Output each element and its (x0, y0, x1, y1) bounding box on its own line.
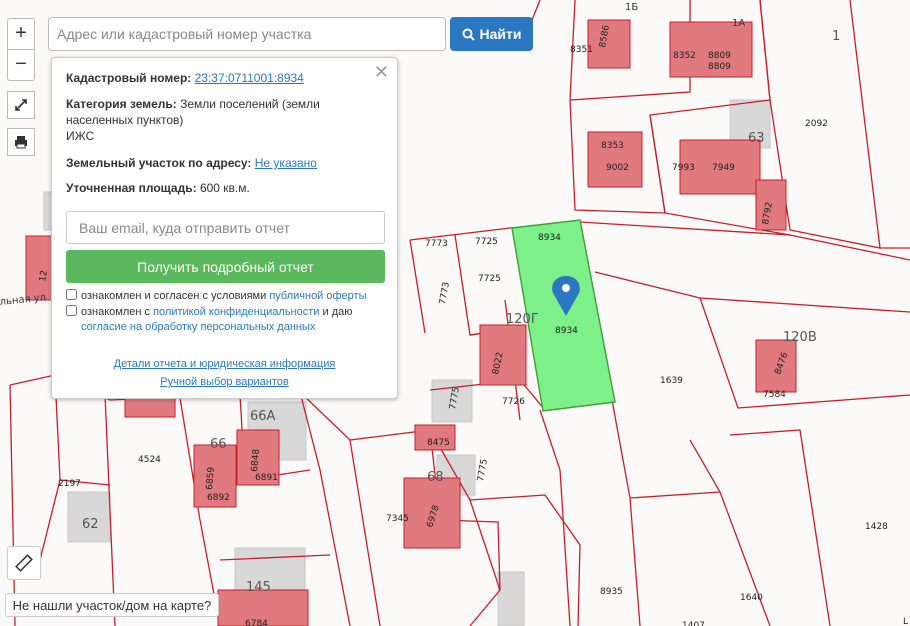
consent2-mid: и даю (319, 306, 353, 318)
offer-checkbox[interactable] (66, 289, 77, 300)
svg-text:6859: 6859 (205, 466, 217, 490)
area-value: 600 кв.м. (199, 181, 250, 195)
close-icon[interactable]: ✕ (374, 63, 389, 81)
personal-data-consent-link[interactable]: согласие на обработку персональных данны… (66, 321, 315, 333)
svg-text:7775: 7775 (476, 458, 490, 482)
cadastral-row: Кадастровый номер: 23:37:0711001:8934 (66, 70, 373, 86)
search-icon (462, 28, 475, 41)
svg-text:1А: 1А (732, 18, 745, 29)
search-input[interactable] (48, 17, 446, 51)
svg-text:66А: 66А (250, 409, 276, 424)
svg-text:8809: 8809 (708, 62, 731, 72)
manual-select-link[interactable]: Ручной выбор вариантов (160, 376, 288, 388)
measure-button[interactable] (7, 546, 41, 580)
svg-text:6891: 6891 (255, 473, 278, 483)
svg-text:8351: 8351 (570, 45, 593, 55)
get-report-button[interactable]: Получить подробный отчет (66, 250, 385, 283)
ruler-icon (15, 554, 33, 572)
manual-link-wrap: Ручной выбор вариантов (52, 376, 397, 388)
svg-text:7993: 7993 (672, 163, 695, 173)
consent1-text: ознакомлен и согласен с условиями (81, 290, 270, 302)
svg-text:145: 145 (246, 580, 271, 595)
svg-text:1428: 1428 (865, 522, 888, 532)
cadastral-number-link[interactable]: 23:37:0711001:8934 (195, 71, 304, 85)
privacy-checkbox[interactable] (66, 305, 77, 316)
svg-text:6784: 6784 (245, 619, 268, 626)
cadastral-label: Кадастровый номер: (66, 71, 192, 85)
details-link-wrap: Детали отчета и юридическая информация (52, 358, 397, 370)
svg-text:7725: 7725 (478, 274, 501, 284)
svg-text:7773: 7773 (425, 239, 448, 249)
svg-text:63: 63 (748, 131, 765, 146)
svg-text:12: 12 (38, 270, 50, 283)
svg-text:7773: 7773 (438, 281, 452, 305)
printer-icon (15, 136, 27, 149)
fullscreen-button[interactable] (7, 91, 35, 119)
svg-text:7725: 7725 (475, 237, 498, 247)
svg-text:2197: 2197 (58, 479, 81, 489)
category-label: Категория земель: (66, 97, 177, 111)
area-label: Уточненная площадь: (66, 181, 197, 195)
svg-text:1639: 1639 (660, 376, 683, 386)
svg-text:7345: 7345 (386, 514, 409, 524)
offer-consent: ознакомлен и согласен с условиями публич… (66, 289, 367, 304)
find-button-label: Найти (479, 26, 522, 42)
svg-text:1407: 1407 (682, 621, 705, 626)
details-link[interactable]: Детали отчета и юридическая информация (114, 358, 336, 370)
svg-text:8475: 8475 (427, 438, 450, 448)
svg-text:1Б: 1Б (625, 2, 638, 13)
category-row: Категория земель: Земли поселений (земли… (66, 96, 373, 144)
svg-text:8809: 8809 (708, 51, 731, 61)
svg-text:льная ул: льная ул (0, 292, 47, 308)
svg-text:6892: 6892 (207, 493, 230, 503)
find-button[interactable]: Найти (450, 17, 533, 51)
svg-text:68: 68 (427, 470, 444, 485)
privacy-consent: ознакомлен с политикой конфиденциальност… (66, 305, 383, 335)
address-label: Земельный участок по адресу: (66, 156, 252, 170)
svg-text:8352: 8352 (673, 51, 696, 61)
zoom-out-button[interactable]: − (7, 49, 35, 81)
category-use: ИЖС (66, 129, 95, 143)
public-offer-link[interactable]: публичной оферты (269, 290, 366, 302)
svg-text:120Г: 120Г (506, 312, 539, 327)
address-value-link[interactable]: Не указано (255, 156, 317, 170)
email-field[interactable] (66, 211, 385, 244)
expand-icon (15, 99, 27, 111)
svg-text:2092: 2092 (805, 119, 828, 129)
svg-text:L: L (903, 617, 908, 626)
svg-text:7726: 7726 (502, 397, 525, 407)
svg-text:7949: 7949 (712, 163, 735, 173)
svg-text:8934: 8934 (538, 233, 561, 243)
address-row: Земельный участок по адресу: Не указано (66, 155, 373, 171)
svg-text:7584: 7584 (763, 390, 786, 400)
svg-text:6848: 6848 (250, 448, 262, 472)
svg-text:8935: 8935 (600, 587, 623, 597)
svg-text:1: 1 (832, 29, 840, 44)
svg-text:62: 62 (82, 517, 99, 532)
area-row: Уточненная площадь: 600 кв.м. (66, 180, 373, 196)
zoom-in-button[interactable]: + (7, 18, 35, 50)
svg-text:66: 66 (210, 437, 227, 452)
parcel-info-panel: ✕ Кадастровый номер: 23:37:0711001:8934 … (51, 57, 398, 399)
not-found-button[interactable]: Не нашли участок/дом на карте? (5, 593, 219, 617)
svg-text:4524: 4524 (138, 455, 161, 465)
privacy-policy-link[interactable]: политикой конфиденциальности (153, 306, 319, 318)
svg-text:8934: 8934 (555, 326, 578, 336)
consent2-text: ознакомлен с (81, 306, 154, 318)
print-button[interactable] (7, 128, 35, 156)
svg-text:120В: 120В (783, 330, 817, 345)
svg-text:8353: 8353 (601, 141, 624, 151)
svg-text:1640: 1640 (740, 593, 763, 603)
svg-text:9002: 9002 (606, 163, 629, 173)
